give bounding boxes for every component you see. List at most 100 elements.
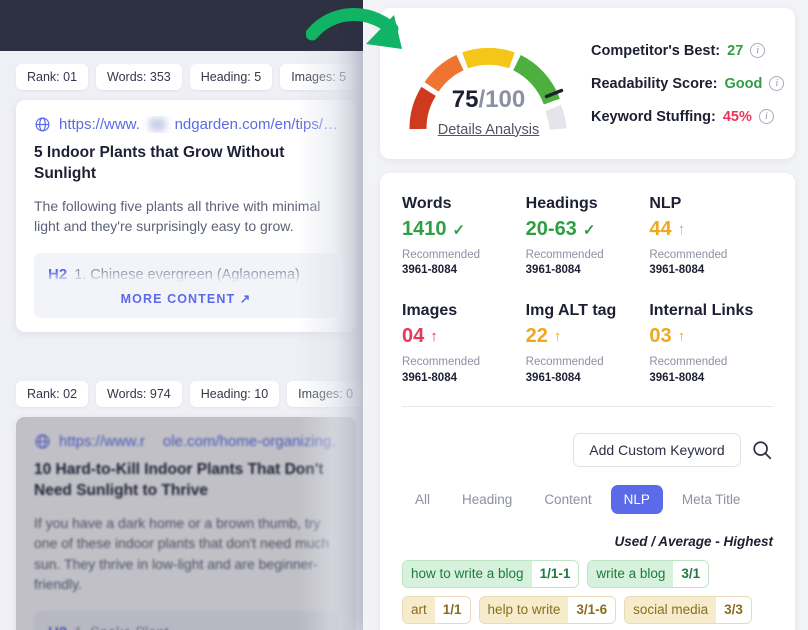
globe-icon — [35, 117, 50, 132]
url-redacted-blur — [148, 118, 166, 131]
gauge-stats-list: Competitor's Best: 27 i Readability Scor… — [581, 43, 785, 125]
result-url-prefix: https://www. — [59, 116, 140, 133]
tab-heading[interactable]: Heading — [449, 485, 525, 514]
serp-result-2[interactable]: Rank: 02 Words: 974 Heading: 10 Images: … — [0, 381, 372, 630]
metric-label: Img ALT tag — [525, 302, 617, 320]
keyword-chip[interactable]: write a blog 3/1 — [587, 559, 710, 588]
recommended-label: Recommended — [402, 356, 480, 369]
result-heading-preview: H2 1. Chinese evergreen (Aglaonema) MORE… — [34, 252, 338, 318]
metrics-section: Words 1410 ✓ Recommended 3961-8084 Headi… — [380, 173, 795, 415]
keyword-chip[interactable]: help to write 3/1-6 — [478, 595, 617, 624]
serp-result-1[interactable]: Rank: 01 Words: 353 Heading: 5 Images: 5… — [0, 64, 372, 332]
add-custom-keyword-input[interactable] — [573, 432, 741, 467]
metric-nlp: NLP 44 ↑ Recommended 3961-8084 — [649, 195, 773, 278]
keyword-name: art — [403, 596, 435, 623]
details-analysis-link[interactable]: Details Analysis — [396, 122, 581, 138]
info-icon[interactable]: i — [750, 43, 766, 58]
score-gauge: 75/100 Details Analysis — [396, 18, 581, 150]
stat-competitors-best: Competitor's Best: 27 i — [591, 43, 784, 59]
metric-recommended: Recommended 3961-8084 — [526, 355, 650, 385]
keyword-count: 3/3 — [716, 596, 751, 623]
stat-value: 27 — [727, 42, 744, 59]
metric-words: Words 1410 ✓ Recommended 3961-8084 — [402, 195, 526, 278]
keyword-filter-tabs: All Heading Content NLP Meta Title — [402, 484, 773, 514]
result-stats-row: Rank: 01 Words: 353 Heading: 5 Images: 5 — [0, 64, 372, 100]
keyword-chip-list: how to write a blog 1/1-1 write a blog 3… — [402, 559, 773, 630]
result-url[interactable]: https://www. ndgarden.com/en/tips/… — [34, 116, 338, 133]
metric-recommended: Recommended 3961-8084 — [649, 355, 773, 385]
recommended-label: Recommended — [649, 356, 728, 369]
keywords-section: All Heading Content NLP Meta Title Used … — [380, 415, 795, 630]
metric-value: 03 — [649, 325, 672, 348]
status-up-arrow-icon: ↑ — [430, 328, 438, 346]
keyword-name: social media — [625, 596, 717, 623]
keyword-legend: Used / Average - Highest — [614, 533, 773, 549]
more-content-link[interactable]: MORE CONTENT ↗ — [48, 291, 324, 306]
result-description: The following five plants all thrive wit… — [34, 197, 321, 235]
status-up-arrow-icon: ↑ — [553, 328, 562, 346]
keyword-chip[interactable]: how to write a blog 1/1-1 — [402, 559, 580, 588]
stat-keyword-stuffing: Keyword Stuffing: 45% i — [591, 109, 784, 125]
gauge-score-value: 75/100 — [396, 86, 581, 114]
seo-analysis-panel: 75/100 Details Analysis Competitor's Bes… — [363, 0, 808, 630]
info-icon[interactable]: i — [769, 76, 785, 91]
keyword-chip[interactable]: art 1/1 — [402, 595, 471, 624]
result-card[interactable]: https://www.r ole.com/home-organizing… 10… — [16, 417, 356, 630]
result-title[interactable]: 10 Hard-to-Kill Indoor Plants That Don't… — [34, 460, 338, 502]
score-number: 75 — [451, 85, 479, 113]
content-metrics-card: Words 1410 ✓ Recommended 3961-8084 Headi… — [380, 173, 795, 630]
metric-value-row: 44 ↑ — [649, 218, 773, 241]
stat-images: Images: 0 — [287, 381, 365, 407]
tab-meta-title[interactable]: Meta Title — [669, 485, 754, 514]
stat-label: Keyword Stuffing: — [591, 108, 716, 125]
metric-value: 44 — [649, 218, 672, 240]
info-icon[interactable]: i — [758, 109, 774, 124]
stat-words: Words: 353 — [96, 64, 182, 90]
tab-nlp[interactable]: NLP — [610, 484, 663, 514]
heading-line: H2 1. Snake Plant — [48, 624, 324, 630]
result-url-suffix: ole.com/home-organizing… — [162, 433, 338, 450]
keyword-chip[interactable]: social media 3/3 — [624, 595, 752, 624]
keyword-name: write a blog — [588, 560, 674, 587]
app-root: Rank: 01 Words: 353 Heading: 5 Images: 5… — [0, 0, 808, 630]
keyword-name: how to write a blog — [403, 560, 532, 587]
stat-words: Words: 974 — [96, 381, 182, 407]
stat-label: Competitor's Best: — [591, 42, 721, 59]
status-check-icon: ✓ — [452, 221, 466, 239]
score-gauge-card: 75/100 Details Analysis Competitor's Bes… — [380, 8, 795, 159]
search-icon[interactable] — [751, 439, 773, 461]
result-description: If you have a dark home or a brown thumb… — [34, 514, 330, 593]
metric-label: NLP — [649, 195, 682, 212]
result-heading-preview: H2 1. Snake Plant — [34, 610, 338, 630]
recommended-label: Recommended — [525, 249, 604, 261]
metric-label: Words — [402, 195, 452, 212]
metric-value-row: 1410 ✓ — [402, 218, 526, 241]
metric-recommended: Recommended 3961-8084 — [402, 248, 526, 278]
metric-value: 1410 — [402, 218, 447, 240]
metric-headings: Headings 20-63 ✓ Recommended 3961-8084 — [526, 195, 650, 278]
status-up-arrow-icon: ↑ — [677, 221, 686, 238]
metric-recommended: Recommended 3961-8084 — [402, 355, 526, 385]
status-check-icon: ✓ — [582, 221, 596, 239]
metric-label: Images — [402, 302, 458, 320]
result-title[interactable]: 5 Indoor Plants that Grow Without Sunlig… — [34, 143, 338, 185]
app-header-bar — [0, 0, 372, 51]
recommended-range: 3961-8084 — [525, 371, 581, 384]
metric-value: 04 — [402, 325, 425, 348]
result-url-prefix: https://www.r — [59, 433, 145, 450]
result-url-suffix: ndgarden.com/en/tips/… — [174, 116, 338, 133]
metric-value: 20-63 — [525, 218, 577, 240]
result-url[interactable]: https://www.r ole.com/home-organizing… — [34, 433, 338, 450]
stat-rank: Rank: 01 — [16, 64, 89, 90]
metric-label: Internal Links — [649, 302, 754, 320]
heading-tag-badge: H2 — [48, 624, 67, 630]
metric-value-row: 03 ↑ — [649, 325, 773, 348]
tab-content[interactable]: Content — [531, 485, 604, 514]
heading-tag-badge: H2 — [48, 265, 68, 283]
recommended-range: 3961-8084 — [402, 371, 457, 384]
keyword-count: 3/1-6 — [568, 596, 616, 623]
tab-all[interactable]: All — [402, 485, 443, 514]
keyword-name: help to write — [479, 596, 569, 623]
result-card[interactable]: https://www. ndgarden.com/en/tips/… 5 Ind… — [16, 100, 356, 332]
metric-value-row: 04 ↑ — [402, 325, 526, 348]
